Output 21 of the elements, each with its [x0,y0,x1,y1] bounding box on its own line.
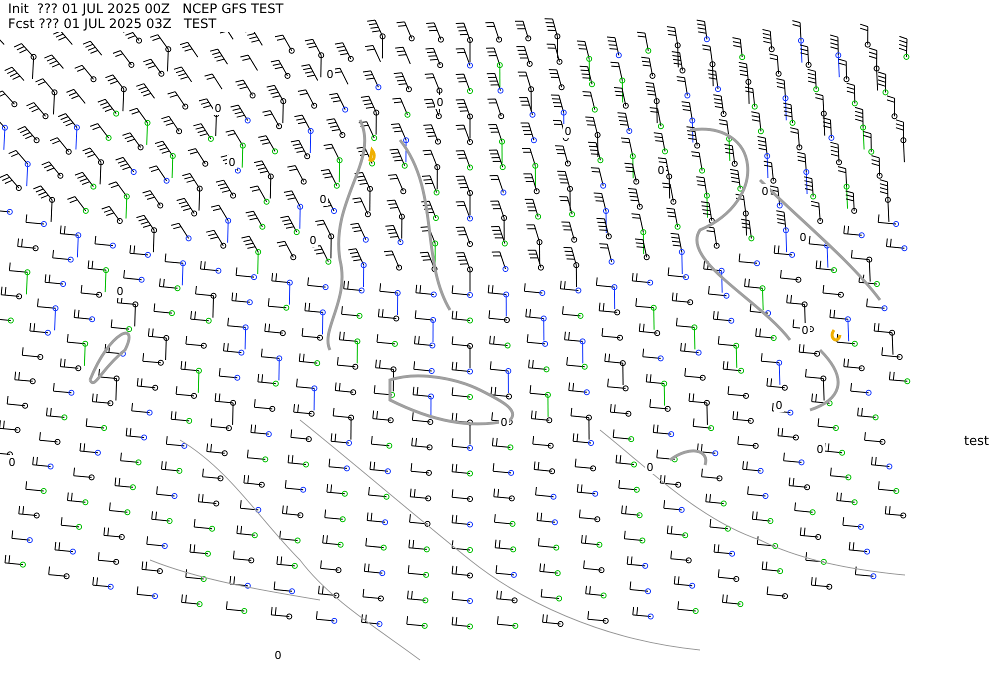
contour-label: 0 [816,443,824,456]
contour-label: 0 [228,156,236,169]
contour-label: 0 [564,125,572,138]
contour-label: 0 [8,456,16,469]
contour-label: 0 [802,324,808,337]
contour-label: 0 [310,234,316,247]
contour-label: 0 [646,461,654,474]
contour-label: 0 [500,416,508,429]
contour-label: 0 [214,102,222,115]
contour-label: 0 [320,193,326,206]
contour-label: 0 [776,399,782,412]
contour-label: 0 [658,164,664,177]
contour-label: 0 [800,231,806,244]
side-label: test [964,434,989,449]
forecast-time-line: Fcst ??? 01 JUL 2025 03Z TEST [8,17,216,32]
contour-label: 0 [116,285,124,298]
contour-label: 0 [274,649,282,662]
contour-label: 0 [436,96,444,109]
contour-label: 0 [326,68,334,81]
contour-label: 0 [762,185,768,198]
init-time-line: Init ??? 01 JUL 2025 00Z NCEP GFS TEST [8,2,284,17]
